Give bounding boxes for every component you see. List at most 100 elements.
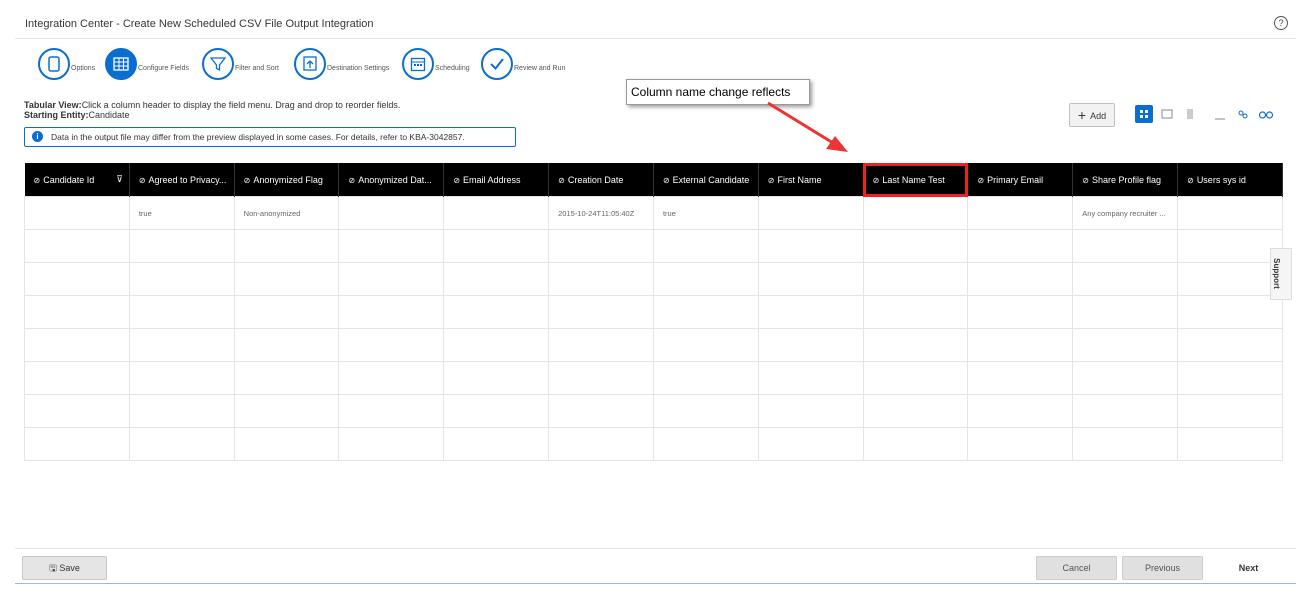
table-cell bbox=[757, 394, 864, 428]
hidden-field-icon: ⊘ bbox=[767, 175, 775, 185]
table-cell bbox=[548, 262, 654, 296]
checkmark-icon bbox=[481, 48, 513, 80]
table-cell bbox=[1072, 361, 1179, 395]
table-cell bbox=[1177, 229, 1283, 263]
hidden-field-icon: ⊘ bbox=[1187, 175, 1194, 185]
next-button[interactable]: Next bbox=[1208, 556, 1289, 580]
table-cell bbox=[757, 361, 864, 395]
column-header[interactable]: ⊘ Users sys id bbox=[1177, 163, 1283, 197]
table-cell bbox=[24, 394, 130, 428]
table-row bbox=[24, 229, 1283, 263]
table-cell bbox=[338, 427, 445, 461]
column-header[interactable]: ⊘ First Name bbox=[758, 163, 864, 197]
table-cell bbox=[652, 295, 759, 329]
single-view-icon[interactable] bbox=[1158, 105, 1176, 123]
table-cell bbox=[443, 262, 550, 296]
table-cell bbox=[862, 328, 969, 362]
table-cell bbox=[338, 262, 445, 296]
table-cell bbox=[1072, 295, 1179, 329]
add-button[interactable]: + Add bbox=[1069, 103, 1115, 127]
grid-view-icon[interactable] bbox=[1135, 105, 1153, 123]
table-cell bbox=[1177, 262, 1283, 296]
table-cell bbox=[233, 394, 340, 428]
column-header-highlighted[interactable]: ⊘ Last Name Test bbox=[863, 163, 969, 197]
table-cell bbox=[757, 196, 864, 230]
filter-icon: ⊽ bbox=[116, 174, 123, 184]
glasses-icon[interactable] bbox=[1257, 105, 1275, 123]
hidden-field-icon: ⊘ bbox=[1082, 175, 1089, 185]
table-cell bbox=[443, 295, 550, 329]
support-tab[interactable]: Support bbox=[1270, 248, 1292, 300]
table-cell bbox=[233, 229, 340, 263]
table-cell bbox=[1072, 328, 1179, 362]
info-icon: i bbox=[32, 131, 43, 142]
table-cell bbox=[128, 328, 235, 362]
table-row bbox=[24, 427, 1283, 461]
table-cell bbox=[338, 229, 445, 263]
table-cell bbox=[443, 361, 550, 395]
table-cell bbox=[24, 196, 130, 230]
column-header[interactable]: ⊘ Email Address bbox=[443, 163, 550, 197]
table-cell bbox=[1177, 328, 1283, 362]
table-cell bbox=[338, 328, 445, 362]
table-cell bbox=[967, 295, 1074, 329]
filter-icon bbox=[202, 48, 234, 80]
table-cell bbox=[233, 427, 340, 461]
table-cell bbox=[443, 328, 550, 362]
table-cell bbox=[967, 361, 1074, 395]
link-icon[interactable] bbox=[1234, 105, 1252, 123]
preview-table: ⊘ Candidate Id ⊽ ⊘ Agreed to Privacy... ⊘ An… bbox=[24, 163, 1283, 461]
table-cell bbox=[1072, 427, 1179, 461]
previous-button[interactable]: Previous bbox=[1122, 556, 1203, 580]
table-cell: Non-anonymized bbox=[233, 196, 340, 230]
step-label: Configure Fields bbox=[138, 65, 189, 72]
minimize-icon[interactable] bbox=[1211, 105, 1229, 123]
table-cell bbox=[338, 196, 445, 230]
tabular-view-hint: Tabular View:Click a column header to di… bbox=[24, 100, 401, 110]
annotation-callout: Column name change reflects bbox=[626, 79, 810, 105]
column-header[interactable]: ⊘ Primary Email bbox=[967, 163, 1074, 197]
table-cell bbox=[652, 229, 759, 263]
page-title: Integration Center - Create New Schedule… bbox=[25, 18, 374, 30]
help-icon[interactable]: ? bbox=[1274, 16, 1288, 30]
table-icon bbox=[105, 48, 137, 80]
table-cell bbox=[548, 328, 654, 362]
step-label: Scheduling bbox=[435, 65, 470, 72]
table-cell bbox=[1072, 394, 1179, 428]
column-header[interactable]: ⊘ Anonymized Dat... bbox=[338, 163, 445, 197]
table-cell bbox=[128, 229, 235, 263]
column-header[interactable]: ⊘ Share Profile flag bbox=[1072, 163, 1179, 197]
cancel-button[interactable]: Cancel bbox=[1036, 556, 1117, 580]
save-button[interactable]: 🖫 Save bbox=[22, 556, 107, 580]
table-cell bbox=[24, 262, 130, 296]
column-header[interactable]: ⊘ External Candidate bbox=[653, 163, 759, 197]
split-view-icon[interactable] bbox=[1181, 105, 1199, 123]
hidden-field-icon: ⊘ bbox=[33, 175, 41, 185]
table-cell bbox=[128, 427, 235, 461]
table-cell bbox=[967, 427, 1074, 461]
table-cell bbox=[233, 328, 340, 362]
starting-entity: Starting Entity:Candidate bbox=[24, 110, 130, 120]
column-header[interactable]: ⊘ Candidate Id ⊽ bbox=[24, 163, 130, 197]
column-header[interactable]: ⊘ Agreed to Privacy... bbox=[129, 163, 235, 197]
step-label: Filter and Sort bbox=[235, 65, 279, 72]
table-header-row: ⊘ Candidate Id ⊽ ⊘ Agreed to Privacy... ⊘ An… bbox=[24, 163, 1283, 197]
hidden-field-icon: ⊘ bbox=[977, 175, 985, 185]
table-cell bbox=[652, 427, 759, 461]
table-cell bbox=[757, 262, 864, 296]
table-cell bbox=[652, 361, 759, 395]
column-header[interactable]: ⊘ Anonymized Flag bbox=[234, 163, 340, 197]
table-cell bbox=[24, 295, 130, 329]
table-cell bbox=[338, 394, 445, 428]
hidden-field-icon: ⊘ bbox=[872, 175, 880, 185]
column-header[interactable]: ⊘ Creation Date bbox=[548, 163, 654, 197]
table-cell bbox=[862, 427, 969, 461]
table-cell bbox=[757, 427, 864, 461]
table-cell bbox=[128, 394, 235, 428]
table-cell bbox=[862, 229, 969, 263]
info-message: i Data in the output file may differ fro… bbox=[24, 127, 516, 147]
table-row: true Non-anonymized 2015-10-24T11:05:40Z tr… bbox=[24, 196, 1283, 230]
table-cell bbox=[862, 196, 969, 230]
step-label: Review and Run bbox=[514, 65, 566, 72]
table-cell bbox=[967, 262, 1074, 296]
